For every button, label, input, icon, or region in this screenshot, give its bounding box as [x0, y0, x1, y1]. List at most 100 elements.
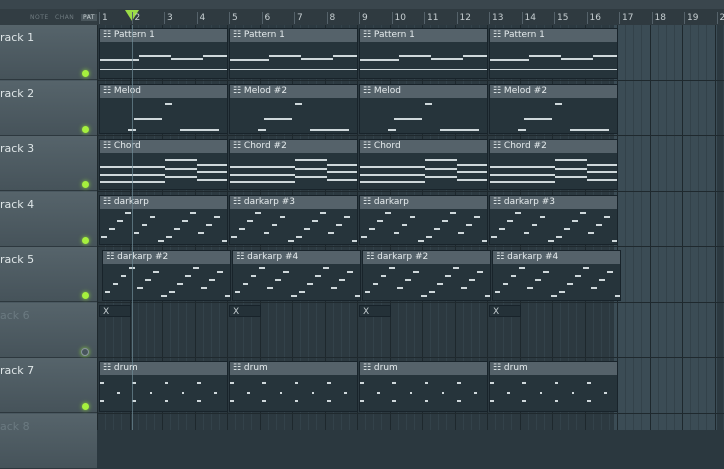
track-mute-icon[interactable]	[81, 348, 89, 356]
clip-header[interactable]: ☷ Pattern 1	[100, 29, 227, 42]
ruler-tick	[327, 12, 328, 24]
clip-header[interactable]: ☷ darkarp #4	[493, 251, 620, 264]
pattern-clip[interactable]: ☷ Melod #2	[229, 84, 358, 135]
clip-header[interactable]: ☷ darkarp #3	[230, 196, 357, 209]
pattern-clip[interactable]: ☷ Melod	[99, 84, 228, 135]
clip-note	[333, 55, 358, 57]
track-active-led-icon[interactable]	[82, 292, 89, 299]
mode-note[interactable]: NOTE	[30, 14, 49, 21]
track-active-led-icon[interactable]	[82, 70, 89, 77]
clip-note	[410, 392, 413, 394]
track-active-led-icon[interactable]	[82, 403, 89, 410]
clip-note	[217, 271, 223, 273]
clip-header[interactable]: ☷ Chord	[360, 140, 487, 153]
clip-header[interactable]: ☷ drum	[360, 362, 487, 375]
clip-note	[555, 400, 559, 402]
empty-clip-slot[interactable]: X	[229, 305, 261, 317]
pattern-clip[interactable]: ☷ Melod #2	[489, 84, 618, 135]
track-header[interactable]: rack 1	[0, 25, 97, 80]
pattern-clip[interactable]: ☷ Chord #2	[229, 139, 358, 190]
clip-note	[363, 133, 389, 135]
clip-header[interactable]: ☷ Chord #2	[230, 140, 357, 153]
clip-note	[360, 181, 425, 183]
clip-note	[320, 212, 326, 214]
clip-note	[171, 58, 203, 60]
clip-header[interactable]: ☷ darkarp #3	[490, 196, 617, 209]
clip-header[interactable]: ☷ Chord #2	[490, 140, 617, 153]
grid-line	[641, 25, 642, 430]
track-active-led-icon[interactable]	[82, 126, 89, 133]
pattern-clip[interactable]: ☷ drum	[99, 361, 228, 412]
pattern-clip[interactable]: ☷ drum	[229, 361, 358, 412]
clip-header[interactable]: ☷ Melod	[360, 85, 487, 98]
empty-clip-slot[interactable]: X	[99, 305, 131, 317]
playlist-grid[interactable]: ☷ Pattern 1☷ Pattern 1☷ Pattern 1☷ Patte…	[97, 25, 724, 430]
clip-header[interactable]: ☷ Melod #2	[230, 85, 357, 98]
track-name: rack 1	[0, 31, 34, 44]
clip-title: ☷ drum	[493, 362, 528, 375]
track-header[interactable]: rack 4	[0, 192, 97, 247]
clip-note	[222, 240, 228, 242]
track-header[interactable]: rack 2	[0, 81, 97, 136]
mode-pat[interactable]: PAT	[81, 14, 97, 21]
clip-header[interactable]: ☷ darkarp #4	[233, 251, 360, 264]
track-header-column: rack 1 rack 2rack 3rack 4rack 5ack 6rack …	[0, 25, 97, 430]
pattern-clip[interactable]: ☷ darkarp #3	[229, 195, 358, 246]
ruler-bar-number: 2	[135, 13, 141, 23]
clip-note	[527, 287, 533, 289]
track-active-led-icon[interactable]	[82, 237, 89, 244]
clip-note	[134, 118, 162, 120]
clip-note	[490, 174, 555, 176]
clip-header[interactable]: ☷ drum	[490, 362, 617, 375]
pattern-clip[interactable]: ☷ Chord	[359, 139, 488, 190]
empty-clip-slot[interactable]: X	[359, 305, 391, 317]
pattern-clip[interactable]: ☷ darkarp #4	[232, 250, 361, 301]
clip-header[interactable]: ☷ drum	[230, 362, 357, 375]
track-header[interactable]: ack 8	[0, 414, 97, 469]
clip-header[interactable]: ☷ Chord	[100, 140, 227, 153]
clip-note	[295, 168, 327, 170]
clip-header[interactable]: ☷ Pattern 1	[360, 29, 487, 42]
close-icon: X	[363, 307, 369, 317]
track-header[interactable]: ack 6	[0, 303, 97, 358]
track-active-led-icon[interactable]	[82, 181, 89, 188]
track-header[interactable]: rack 3	[0, 136, 97, 191]
pattern-clip[interactable]: ☷ drum	[489, 361, 618, 412]
pattern-clip[interactable]: ☷ darkarp #4	[492, 250, 621, 301]
empty-clip-slot[interactable]: X	[489, 305, 521, 317]
clip-header[interactable]: ☷ Pattern 1	[490, 29, 617, 42]
clip-note	[177, 283, 183, 285]
pattern-clip[interactable]: ☷ drum	[359, 361, 488, 412]
pattern-clip[interactable]: ☷ darkarp	[99, 195, 228, 246]
timeline-ruler[interactable]: 1234567891011121314151617181920	[97, 9, 724, 26]
mode-chan[interactable]: CHAN	[55, 14, 74, 21]
clip-header[interactable]: ☷ Pattern 1	[230, 29, 357, 42]
clip-header[interactable]: ☷ darkarp	[360, 196, 487, 209]
clip-header[interactable]: ☷ Melod #2	[490, 85, 617, 98]
pattern-clip[interactable]: ☷ darkarp #3	[489, 195, 618, 246]
clip-header[interactable]: ☷ darkarp #2	[363, 251, 490, 264]
pattern-clip[interactable]: ☷ Pattern 1	[99, 28, 228, 79]
clip-note	[402, 224, 408, 226]
track-header[interactable]: rack 5	[0, 247, 97, 302]
clip-note	[134, 232, 140, 234]
pattern-clip[interactable]: ☷ Pattern 1	[489, 28, 618, 79]
track-header[interactable]: rack 7	[0, 358, 97, 413]
clip-note	[518, 129, 526, 131]
clip-note	[280, 216, 286, 218]
pattern-clip[interactable]: ☷ Chord #2	[489, 139, 618, 190]
grid-line	[97, 25, 98, 430]
clip-header[interactable]: ☷ drum	[100, 362, 227, 375]
grid-line	[666, 25, 667, 430]
pattern-clip[interactable]: ☷ darkarp #2	[102, 250, 231, 301]
pattern-clip[interactable]: ☷ Pattern 1	[229, 28, 358, 79]
clip-header[interactable]: ☷ darkarp	[100, 196, 227, 209]
pattern-clip[interactable]: ☷ darkarp	[359, 195, 488, 246]
clip-header[interactable]: ☷ darkarp #2	[103, 251, 230, 264]
pattern-clip[interactable]: ☷ Pattern 1	[359, 28, 488, 79]
pattern-clip[interactable]: ☷ Melod	[359, 84, 488, 135]
clip-header[interactable]: ☷ Melod	[100, 85, 227, 98]
pattern-clip[interactable]: ☷ Chord	[99, 139, 228, 190]
clip-note	[243, 283, 249, 285]
pattern-clip[interactable]: ☷ darkarp #2	[362, 250, 491, 301]
